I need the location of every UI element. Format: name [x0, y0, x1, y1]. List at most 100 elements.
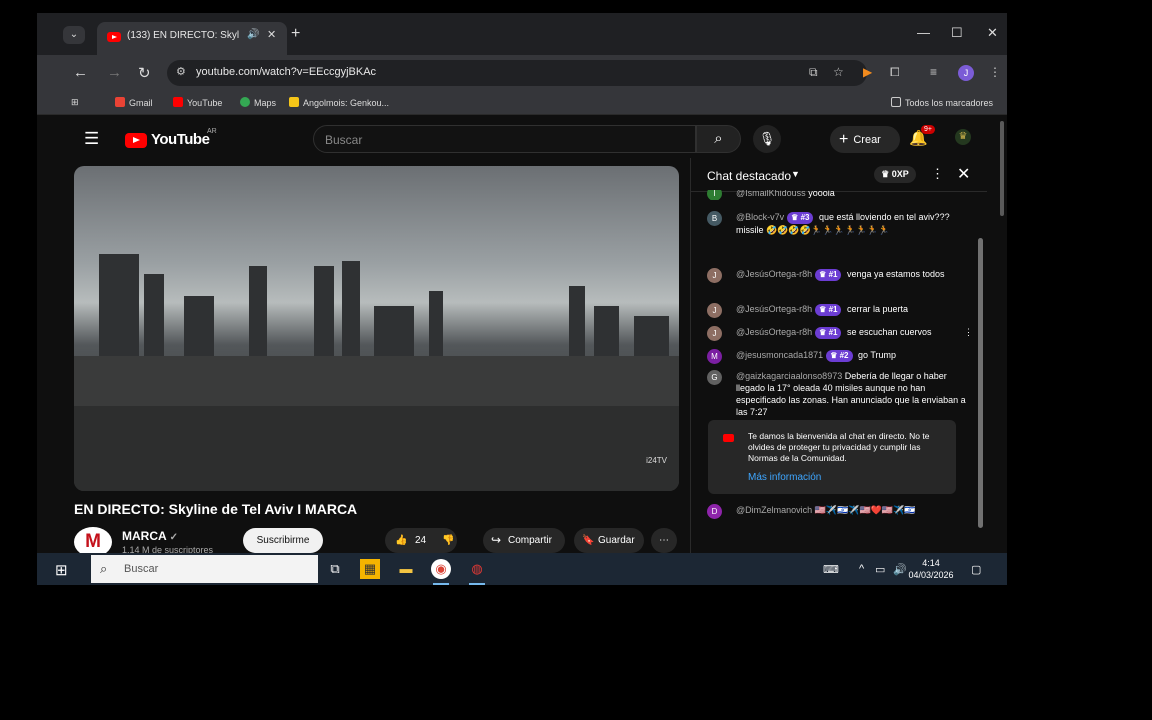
tab-close-icon[interactable]: ✕ [267, 28, 276, 41]
chat-header: Chat destacado ▼ ♛ 0XP ⋮ ✕ [691, 158, 987, 192]
new-tab-icon[interactable]: + [291, 25, 300, 43]
member-badge: ♛ #2 [826, 350, 853, 362]
window-close-icon[interactable]: ✕ [987, 25, 998, 41]
taskbar-clock[interactable]: 4:14 04/03/2026 [907, 557, 955, 581]
bookmark-youtube[interactable]: YouTube [173, 97, 222, 108]
message-menu-icon[interactable]: ⋮ [964, 326, 973, 338]
extensions-icon[interactable]: ⧠ [890, 65, 900, 80]
store-icon[interactable]: ▦ [360, 559, 380, 579]
chat-message[interactable]: B @Block-v7v ♛ #3 que está lloviendo en t… [707, 211, 967, 236]
chat-message[interactable]: D @DimZelmanovich 🇺🇸✈️🇮🇱✈️🇺🇸❤️🇺🇸✈️🇮🇱 [707, 504, 967, 519]
tab-title: (133) EN DIRECTO: Skyline [127, 30, 239, 41]
verified-icon: ✓ [169, 532, 178, 543]
profile-avatar[interactable]: J [958, 65, 974, 81]
bookmark-gmail[interactable]: Gmail [115, 97, 153, 108]
youtube-favicon-icon [107, 32, 121, 42]
like-dislike-group: 👍 24 👎 [385, 528, 457, 553]
chat-avatar: J [707, 303, 722, 318]
chat-message[interactable]: I @IsmailKhidouss yoooia [707, 190, 967, 200]
account-avatar[interactable]: ♛ [955, 129, 971, 145]
star-icon[interactable]: ☆ [833, 65, 844, 79]
chevron-down-icon[interactable]: ▼ [791, 169, 800, 179]
member-badge: ♛ #3 [787, 212, 814, 224]
member-badge: ♛ #1 [815, 327, 842, 339]
like-count: 24 [415, 535, 427, 546]
chat-avatar: B [707, 211, 722, 226]
windows-start-icon[interactable]: ⊞ [55, 561, 68, 579]
tab-search-icon[interactable]: ⌄ [63, 26, 85, 44]
create-button[interactable]: + Crear [830, 126, 900, 153]
file-explorer-icon[interactable]: ▬ [396, 559, 416, 579]
chat-avatar: J [707, 268, 722, 283]
page-scrollbar[interactable] [1000, 121, 1004, 216]
youtube-page: ☰ YouTube AR Buscar ⌕ 🎙 + Crear 🔔 9+ ♛ i… [37, 115, 1007, 557]
dislike-icon[interactable]: 👎 [442, 528, 454, 553]
keyboard-icon[interactable]: ⌨ [823, 563, 839, 576]
chat-mode-selector[interactable]: Chat destacado [707, 169, 791, 183]
browser-menu-icon[interactable]: ⋮ [989, 65, 1001, 79]
subscribe-button[interactable]: Suscribirme [243, 528, 323, 553]
chat-message[interactable]: M @jesusmoncada1871 ♛ #2 go Trump [707, 349, 967, 364]
bookmarks-bar: ⊞ Gmail YouTube Maps Angolmois: Genkou..… [37, 91, 1007, 115]
menu-icon[interactable]: ☰ [84, 129, 99, 149]
apps-grid-icon[interactable]: ⊞ [71, 97, 79, 108]
task-view-icon[interactable]: ⧉ [325, 559, 345, 579]
browser-toolbar: ← → ↻ ⚙ youtube.com/watch?v=EEccgyjBKAc … [37, 55, 1007, 91]
tray-expand-icon[interactable]: ^ [859, 563, 864, 575]
notifications-icon[interactable]: ▢ [971, 563, 981, 576]
share-button[interactable]: ↪ Compartir [483, 528, 565, 553]
chat-message[interactable]: J @JesúsOrtega-r8h ♛ #1 venga ya estamos … [707, 268, 967, 283]
notification-badge: 9+ [921, 125, 935, 134]
video-watermark: i24TV [646, 456, 667, 465]
url-text[interactable]: youtube.com/watch?v=EEccgyjBKAc [196, 66, 376, 78]
all-bookmarks[interactable]: Todos los marcadores [891, 97, 993, 108]
volume-icon[interactable]: 🔊 [893, 563, 907, 576]
video-player[interactable]: i24TV [74, 166, 679, 491]
taskbar-search-input[interactable]: ⌕ Buscar [91, 555, 318, 583]
search-input[interactable]: Buscar [313, 125, 696, 153]
bookmark-angolmois[interactable]: Angolmois: Genkou... [289, 97, 389, 108]
chat-avatar: M [707, 349, 722, 364]
save-button[interactable]: 🔖 Guardar [574, 528, 644, 553]
more-actions-icon[interactable]: ⋯ [651, 528, 677, 553]
chat-welcome-notice: Te damos la bienvenida al chat en direct… [708, 420, 956, 494]
chat-message[interactable]: J @JesúsOrtega-r8h ♛ #1 se escuchan cuerv… [707, 326, 973, 341]
bookmark-maps[interactable]: Maps [240, 97, 276, 108]
chat-avatar: I [707, 190, 722, 200]
chat-message[interactable]: G @gaizkagarciaalonso8973 Debería de lle… [707, 370, 967, 418]
chat-avatar: G [707, 370, 722, 385]
video-title: EN DIRECTO: Skyline de Tel Aviv I MARCA [74, 501, 358, 517]
member-badge: ♛ #1 [815, 269, 842, 281]
back-icon[interactable]: ← [73, 64, 88, 81]
address-bar[interactable]: ⚙ youtube.com/watch?v=EEccgyjBKAc ⧉ ☆ [167, 60, 867, 86]
angolmois-icon [289, 97, 299, 107]
install-app-icon[interactable]: ⧉ [809, 65, 818, 80]
extension-play-icon[interactable]: ▶ [863, 65, 872, 79]
network-icon[interactable]: ▭ [875, 563, 885, 576]
search-icon[interactable]: ⌕ [696, 125, 741, 153]
minimize-icon[interactable]: — [917, 25, 930, 40]
browser-tab[interactable]: (133) EN DIRECTO: Skyline 🔊 ✕ [97, 22, 287, 55]
chat-message[interactable]: J @JesúsOrtega-r8h ♛ #1 cerrar la puerta [707, 303, 967, 318]
search-icon: ⌕ [100, 561, 108, 576]
xp-badge[interactable]: ♛ 0XP [874, 166, 916, 183]
like-icon[interactable]: 👍 [395, 528, 407, 553]
reload-icon[interactable]: ↻ [138, 64, 151, 82]
live-chat: Chat destacado ▼ ♛ 0XP ⋮ ✕ I @IsmailKhid… [690, 158, 987, 553]
more-info-link[interactable]: Más información [748, 472, 821, 483]
forward-icon[interactable]: → [107, 64, 122, 81]
mic-icon[interactable]: 🎙 [753, 125, 781, 153]
chat-menu-icon[interactable]: ⋮ [931, 166, 944, 182]
windows-taskbar: ⊞ ⌕ Buscar ⧉ ▦ ▬ ◉ ◍ ⌨ ^ ▭ 🔊 4:14 04/03/… [37, 553, 1007, 585]
maximize-icon[interactable]: ☐ [951, 25, 963, 41]
bookmark-icon: 🔖 [582, 535, 595, 546]
media-control-icon[interactable]: ≡ [930, 65, 937, 79]
speaker-icon[interactable]: 🔊 [247, 29, 259, 40]
chrome-icon[interactable]: ◉ [431, 559, 451, 585]
video-frame [74, 254, 679, 491]
chat-scrollbar[interactable] [978, 238, 983, 528]
recorder-icon[interactable]: ◍ [467, 559, 487, 585]
chat-close-icon[interactable]: ✕ [957, 164, 970, 184]
site-info-icon[interactable]: ⚙ [176, 65, 186, 78]
channel-name[interactable]: MARCA ✓ [122, 529, 178, 543]
